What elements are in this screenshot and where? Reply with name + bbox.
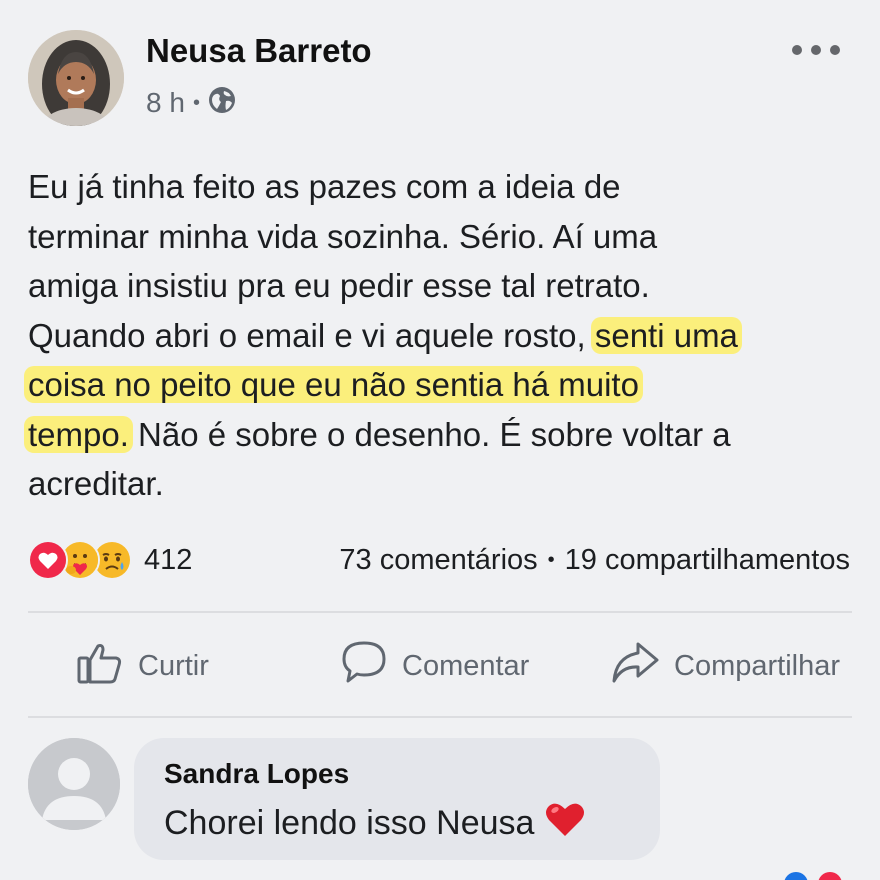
highlighted-text: senti uma <box>590 316 742 354</box>
post-text-line: coisa no peito que eu não sentia há muit… <box>24 360 858 410</box>
more-dot <box>830 45 840 55</box>
engagement-stats: 73 comentários • 19 compartilhamentos <box>339 538 850 582</box>
commenter-name[interactable]: Sandra Lopes <box>164 758 349 790</box>
comment-text: Chorei lendo isso Neusa <box>164 800 586 847</box>
like-button[interactable]: Curtir <box>76 634 209 698</box>
post-text: Eu já tinha feito as pazes com a ideia d… <box>24 162 858 509</box>
comment-reaction-icon <box>818 872 842 880</box>
red-heart-icon <box>544 800 586 847</box>
share-label: Compartilhar <box>674 649 840 682</box>
comments-count-link[interactable]: 73 comentários <box>339 544 537 577</box>
post-text-line: acreditar. <box>28 465 164 502</box>
share-arrow-icon <box>610 638 660 694</box>
post-text-line: Quando abri o email e vi aquele rosto, s… <box>28 311 858 361</box>
post-time[interactable]: 8 h <box>146 87 185 119</box>
post-text-segment: Não é sobre o desenho. É sobre voltar a <box>128 415 731 453</box>
divider <box>28 611 852 613</box>
more-dot <box>811 45 821 55</box>
comment-body: Chorei lendo isso Neusa <box>164 804 535 842</box>
commenter-avatar[interactable] <box>28 738 120 830</box>
post-text-line: Eu já tinha feito as pazes com a ideia d… <box>28 168 621 205</box>
author-avatar[interactable] <box>28 30 124 126</box>
share-button[interactable]: Compartilhar <box>610 634 840 698</box>
highlighted-text: tempo. <box>24 415 133 453</box>
highlighted-text: coisa no peito que eu não sentia há muit… <box>24 366 643 403</box>
globe-icon[interactable] <box>208 86 236 121</box>
reaction-count: 412 <box>144 543 193 576</box>
post-text-line: tempo. Não é sobre o desenho. É sobre vo… <box>24 410 858 460</box>
post-text-segment: Quando abri o email e vi aquele rosto, <box>28 316 595 354</box>
comment-button[interactable]: Comentar <box>340 634 529 698</box>
reactions-summary[interactable]: 412 <box>28 538 192 582</box>
post-actions: Curtir Comentar Compartilhar <box>0 634 880 698</box>
comment-label: Comentar <box>402 649 530 682</box>
speech-bubble-icon <box>340 638 388 694</box>
more-options-button[interactable] <box>792 36 840 64</box>
author-name[interactable]: Neusa Barreto <box>146 32 372 70</box>
divider <box>28 716 852 718</box>
post-text-line: amiga insistiu pra eu pedir esse tal ret… <box>28 267 650 304</box>
heart-reaction-icon <box>28 540 68 580</box>
post-text-line: terminar minha vida sozinha. Sério. Aí u… <box>28 217 658 255</box>
comment-bubble: Sandra Lopes Chorei lendo isso Neusa <box>134 738 660 860</box>
comment-reaction-icon <box>784 872 808 880</box>
more-dot <box>792 45 802 55</box>
like-label: Curtir <box>138 649 209 682</box>
thumbs-up-icon <box>76 638 124 694</box>
stats-separator: • <box>547 548 555 571</box>
meta-separator: • <box>192 91 200 114</box>
facebook-post: Neusa Barreto 8 h • Eu já tinha feito as… <box>0 0 880 880</box>
shares-count-link[interactable]: 19 compartilhamentos <box>565 544 850 577</box>
post-meta: 8 h • <box>146 86 236 120</box>
